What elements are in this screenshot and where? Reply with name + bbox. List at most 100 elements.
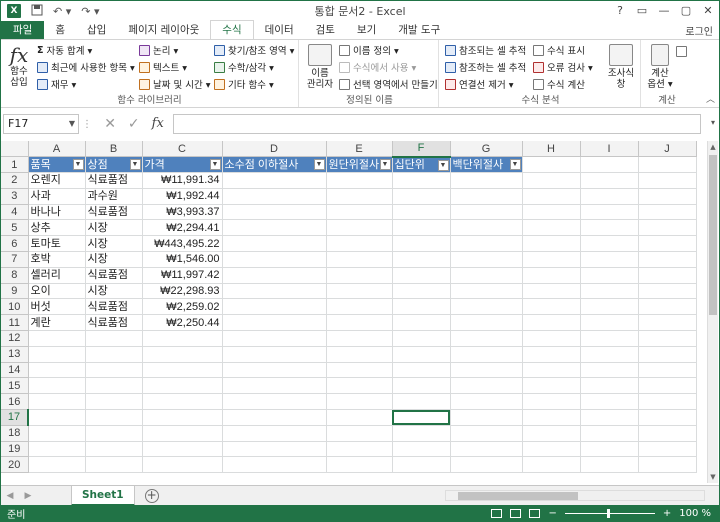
vertical-scrollbar[interactable]: ▲ ▼	[707, 141, 718, 483]
cell-g4[interactable]	[450, 204, 523, 221]
cell-i3[interactable]	[580, 188, 639, 205]
cell-j7[interactable]	[638, 251, 697, 268]
cell-a1[interactable]: 품목 ▼	[28, 156, 86, 174]
cancel-icon[interactable]: ✕	[104, 116, 116, 132]
cell-g14[interactable]	[450, 362, 523, 379]
cell-e15[interactable]	[326, 377, 393, 395]
cell-g3[interactable]	[450, 188, 523, 205]
cell-e12[interactable]	[326, 330, 393, 347]
filter-dropdown-icon[interactable]: ▼	[437, 159, 449, 171]
cell-i7[interactable]	[580, 251, 639, 268]
cell-f11[interactable]	[392, 314, 451, 332]
redo-icon[interactable]: ↷ ▾	[81, 5, 99, 18]
cell-c15[interactable]	[142, 377, 223, 395]
cell-j11[interactable]	[638, 314, 697, 332]
row-header-12[interactable]: 12	[1, 330, 29, 347]
cell-i1[interactable]	[580, 156, 639, 174]
cell-e8[interactable]	[326, 267, 393, 284]
cell-f9[interactable]	[392, 283, 451, 300]
cell-b13[interactable]	[85, 346, 143, 363]
cell-e14[interactable]	[326, 362, 393, 379]
cell-c12[interactable]	[142, 330, 223, 347]
row-header-1[interactable]: 1	[1, 156, 29, 174]
cell-f10[interactable]	[392, 298, 451, 316]
row-header-14[interactable]: 14	[1, 362, 29, 379]
cell-f5[interactable]	[392, 219, 451, 237]
cell-c11[interactable]: ₩2,250.44	[142, 314, 223, 332]
cell-e18[interactable]	[326, 425, 393, 442]
column-header-h[interactable]: H	[522, 141, 581, 158]
create-from-selection-button[interactable]: 선택 영역에서 만들기	[339, 77, 438, 91]
minimize-button[interactable]: —	[653, 1, 675, 21]
cell-h1[interactable]	[522, 156, 581, 174]
cell-h11[interactable]	[522, 314, 581, 332]
cell-b14[interactable]	[85, 362, 143, 379]
cell-c8[interactable]: ₩11,997.42	[142, 267, 223, 284]
column-header-a[interactable]: A	[28, 141, 86, 158]
cell-j18[interactable]	[638, 425, 697, 442]
remove-arrows-button[interactable]: 연결선 제거 ▾	[445, 77, 514, 91]
add-sheet-icon[interactable]: +	[144, 488, 159, 503]
cell-b15[interactable]	[85, 377, 143, 395]
filter-dropdown-icon[interactable]: ▼	[313, 159, 325, 171]
cell-b18[interactable]	[85, 425, 143, 442]
cell-c17[interactable]	[142, 409, 223, 426]
text-button[interactable]: 텍스트 ▾	[139, 60, 187, 74]
cell-c13[interactable]	[142, 346, 223, 363]
tab-home[interactable]: 홈	[44, 21, 76, 39]
scroll-up-icon[interactable]: ▲	[708, 141, 718, 153]
trace-precedents-button[interactable]: 참조되는 셀 추적	[445, 43, 526, 57]
lookup-button[interactable]: 찾기/참조 영역 ▾	[214, 43, 294, 57]
tab-page-layout[interactable]: 페이지 레이아웃	[117, 21, 210, 39]
filter-dropdown-icon[interactable]: ▼	[379, 159, 391, 171]
column-header-f[interactable]: F	[392, 141, 451, 158]
cell-d18[interactable]	[222, 425, 327, 442]
cell-a17[interactable]	[28, 409, 86, 426]
cell-f16[interactable]	[392, 393, 451, 411]
tab-insert[interactable]: 삽입	[76, 21, 117, 39]
collapse-ribbon-icon[interactable]: ︿	[706, 92, 715, 105]
cell-j16[interactable]	[638, 393, 697, 411]
cell-a3[interactable]: 사과	[27, 188, 86, 205]
column-header-d[interactable]: D	[222, 141, 327, 158]
cell-g6[interactable]	[450, 235, 523, 253]
cell-a7[interactable]: 호박	[27, 251, 86, 268]
cell-g17[interactable]	[450, 409, 523, 426]
financial-button[interactable]: 재무 ▾	[37, 77, 76, 91]
cell-b1[interactable]: 상점 ▼	[85, 156, 143, 174]
cell-c5[interactable]: ₩2,294.41	[142, 219, 223, 237]
sheet-tab-sheet1[interactable]: Sheet1	[71, 485, 135, 506]
cell-a10[interactable]: 버섯	[27, 298, 86, 316]
sign-in-link[interactable]: 로그인	[685, 23, 713, 38]
cell-d10[interactable]	[222, 298, 327, 316]
cell-h16[interactable]	[522, 393, 581, 411]
cell-f15[interactable]	[392, 377, 451, 395]
cell-i6[interactable]	[580, 235, 639, 253]
cell-e20[interactable]	[326, 456, 393, 474]
zoom-out-button[interactable]: −	[548, 508, 556, 519]
cell-h9[interactable]	[522, 283, 581, 300]
column-header-j[interactable]: J	[638, 141, 697, 158]
cell-f14[interactable]	[392, 362, 451, 379]
cell-h8[interactable]	[522, 267, 581, 284]
cell-j14[interactable]	[638, 362, 697, 379]
cell-b16[interactable]	[85, 393, 143, 411]
undo-icon[interactable]: ↶ ▾	[53, 5, 71, 18]
cell-g10[interactable]	[450, 298, 523, 316]
cell-g16[interactable]	[450, 393, 523, 411]
filter-dropdown-icon[interactable]: ▼	[72, 159, 84, 171]
cell-a15[interactable]	[28, 377, 86, 395]
cell-i18[interactable]	[580, 425, 639, 442]
expand-formula-icon[interactable]: ▾	[711, 118, 715, 127]
row-header-5[interactable]: 5	[1, 219, 29, 237]
cell-g18[interactable]	[450, 425, 523, 442]
cell-e7[interactable]	[326, 251, 393, 268]
row-header-10[interactable]: 10	[1, 298, 29, 316]
cell-d12[interactable]	[222, 330, 327, 347]
cell-f13[interactable]	[392, 346, 451, 363]
cell-i17[interactable]	[580, 409, 639, 426]
cell-d14[interactable]	[222, 362, 327, 379]
formula-input[interactable]	[173, 114, 701, 134]
cell-g19[interactable]	[450, 441, 523, 458]
cell-c6[interactable]: ₩443,495.22	[142, 235, 223, 253]
